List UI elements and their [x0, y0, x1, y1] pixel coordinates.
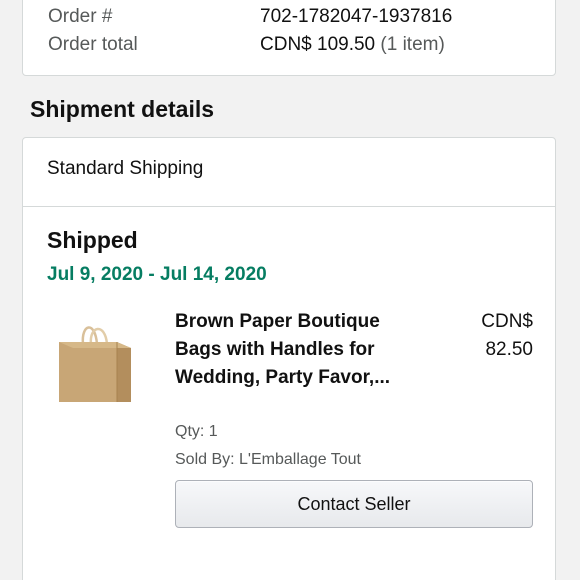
divider [23, 206, 555, 207]
sold-by: Sold By: L'Emballage Tout [175, 451, 361, 468]
shipment-details-heading: Shipment details [30, 96, 215, 122]
price-amount: 82.50 [485, 339, 533, 360]
order-number-label: Order # [48, 6, 113, 27]
product-price: CDN$ 82.50 [453, 308, 533, 364]
product-title-link[interactable]: Brown Paper Boutique Bags with Handles f… [175, 308, 430, 392]
order-total-value: CDN$ 109.50 [260, 34, 376, 55]
delivery-window: Jul 9, 2020 - Jul 14, 2020 [47, 264, 267, 285]
shipment-card: Standard Shipping Shipped Jul 9, 2020 - … [22, 137, 556, 580]
shipment-status: Shipped [47, 227, 138, 253]
product-quantity: Qty: 1 [175, 423, 218, 440]
order-total-items: (1 item) [380, 34, 445, 55]
price-currency: CDN$ [481, 311, 533, 332]
order-summary-card: Order # 702-1782047-1937816 Order total … [22, 0, 556, 76]
order-total-label: Order total [48, 34, 138, 55]
shipping-method: Standard Shipping [47, 158, 204, 179]
order-total-value-group: CDN$ 109.50 (1 item) [260, 34, 445, 56]
order-number-value: 702-1782047-1937816 [260, 6, 453, 27]
contact-seller-button[interactable]: Contact Seller [175, 480, 533, 528]
order-details-page: Order # 702-1782047-1937816 Order total … [0, 0, 580, 580]
product-image-paper-bag[interactable] [55, 314, 135, 404]
